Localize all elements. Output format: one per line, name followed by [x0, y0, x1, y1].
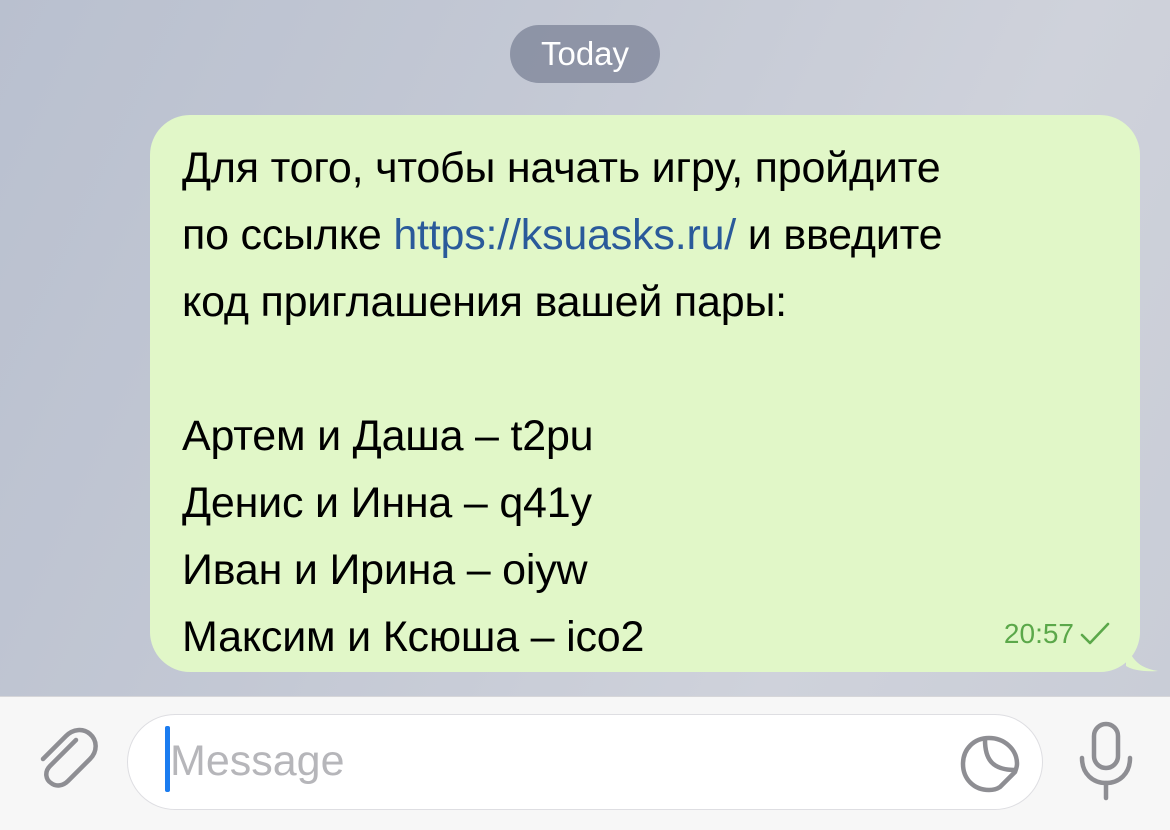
message-bubble[interactable]: Для того, чтобы начать игру, пройдите по… [150, 115, 1140, 672]
pair-code-line: Иван и Ирина – oiyw [182, 546, 588, 594]
pair-code-line: Артем и Даша – t2pu [182, 412, 594, 460]
message-time: 20:57 [1003, 618, 1074, 649]
message-meta: 20:57 [1004, 618, 1112, 650]
message-line: код приглашения вашей пары: [182, 278, 787, 326]
message-placeholder: Message [170, 737, 345, 785]
message-line: по ссылке https://ksuasks.ru/ и введите [182, 202, 1110, 269]
message-text: по ссылке [182, 211, 394, 259]
date-separator: Today [510, 25, 660, 83]
microphone-icon[interactable] [1072, 720, 1140, 804]
message-link[interactable]: https://ksuasks.ru/ [393, 211, 736, 259]
pair-code-line: Денис и Инна – q41y [182, 479, 592, 527]
check-icon [1080, 622, 1110, 645]
message-line: Для того, чтобы начать игру, пройдите [182, 144, 941, 192]
chat-area: Today Для того, чтобы начать игру, пройд… [0, 0, 1170, 696]
message-text: и введите [736, 211, 943, 259]
paperclip-icon[interactable] [28, 722, 102, 796]
pair-code-line: Максим и Ксюша – ico2 [182, 613, 645, 661]
date-label: Today [540, 35, 630, 72]
sticker-icon[interactable] [955, 730, 1023, 798]
